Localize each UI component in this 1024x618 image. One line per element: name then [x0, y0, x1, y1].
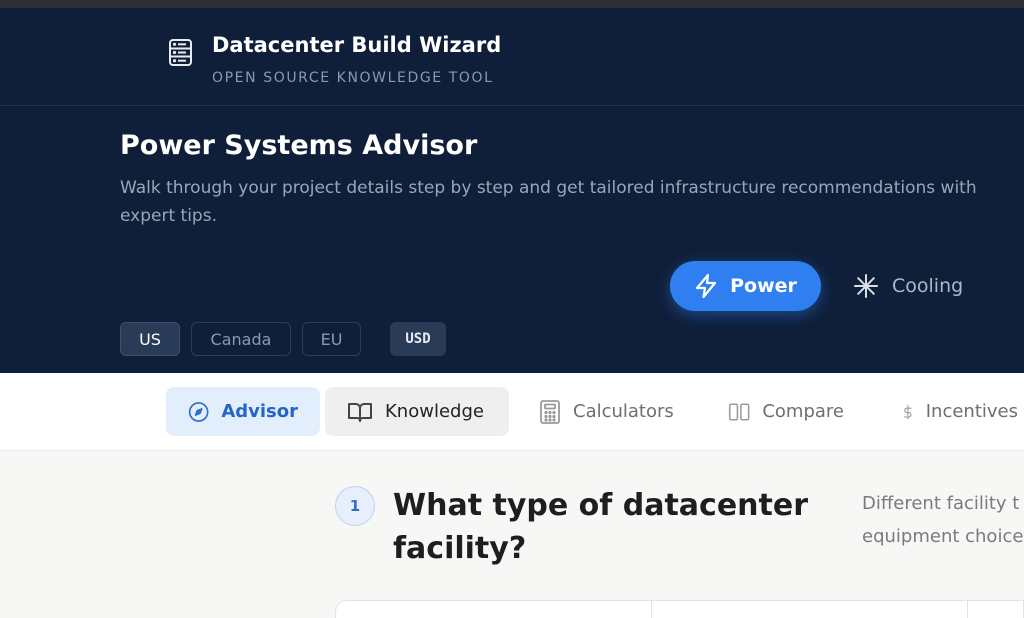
region-canada-button[interactable]: Canada	[191, 322, 291, 356]
power-mode-label: Power	[730, 275, 797, 297]
main-nav: Advisor Knowledge Calculators Compare In…	[0, 373, 1024, 451]
region-us-button[interactable]: US	[120, 322, 180, 356]
region-eu-button[interactable]: EU	[302, 322, 361, 356]
tab-compare[interactable]: Compare	[706, 387, 866, 436]
help-line-1: Different facility t	[862, 493, 1020, 514]
tab-knowledge-label: Knowledge	[385, 401, 484, 422]
lightning-icon	[695, 273, 717, 299]
help-line-2: equipment choice	[862, 526, 1024, 547]
cooling-mode-label: Cooling	[892, 275, 964, 297]
tab-advisor[interactable]: Advisor	[166, 387, 320, 436]
step-help-text: Different facility t equipment choice	[862, 487, 1024, 557]
tab-calculators[interactable]: Calculators	[517, 387, 697, 436]
page-title: Power Systems Advisor	[120, 130, 478, 161]
compass-icon	[188, 401, 209, 422]
book-icon	[348, 402, 372, 422]
dollar-icon	[903, 404, 912, 419]
option-card-divider	[967, 600, 968, 618]
app-subtitle: OPEN SOURCE KNOWLEDGE TOOL	[212, 70, 494, 86]
tab-incentives-label: Incentives	[925, 401, 1018, 422]
step-question: What type of datacenter facility?	[393, 488, 809, 566]
tab-advisor-label: Advisor	[221, 401, 298, 422]
tab-calculators-label: Calculators	[573, 401, 674, 422]
columns-icon	[728, 402, 750, 421]
option-card-divider	[651, 600, 652, 618]
page-description: Walk through your project details step b…	[120, 178, 977, 226]
tab-compare-label: Compare	[762, 401, 844, 422]
cooling-mode-button[interactable]: Cooling	[852, 264, 963, 308]
header-divider	[0, 105, 1024, 106]
currency-badge[interactable]: USD	[390, 322, 446, 356]
window-top-strip	[0, 0, 1024, 8]
snowflake-icon	[854, 274, 878, 298]
app-title: Datacenter Build Wizard	[212, 33, 502, 57]
calculator-icon	[540, 399, 560, 424]
tab-incentives[interactable]: Incentives	[880, 387, 1024, 436]
server-rack-icon	[169, 39, 192, 66]
facility-options-row	[335, 600, 1024, 618]
power-mode-button[interactable]: Power	[670, 261, 821, 311]
tab-knowledge[interactable]: Knowledge	[325, 387, 509, 436]
step-number-badge: 1	[335, 486, 375, 526]
